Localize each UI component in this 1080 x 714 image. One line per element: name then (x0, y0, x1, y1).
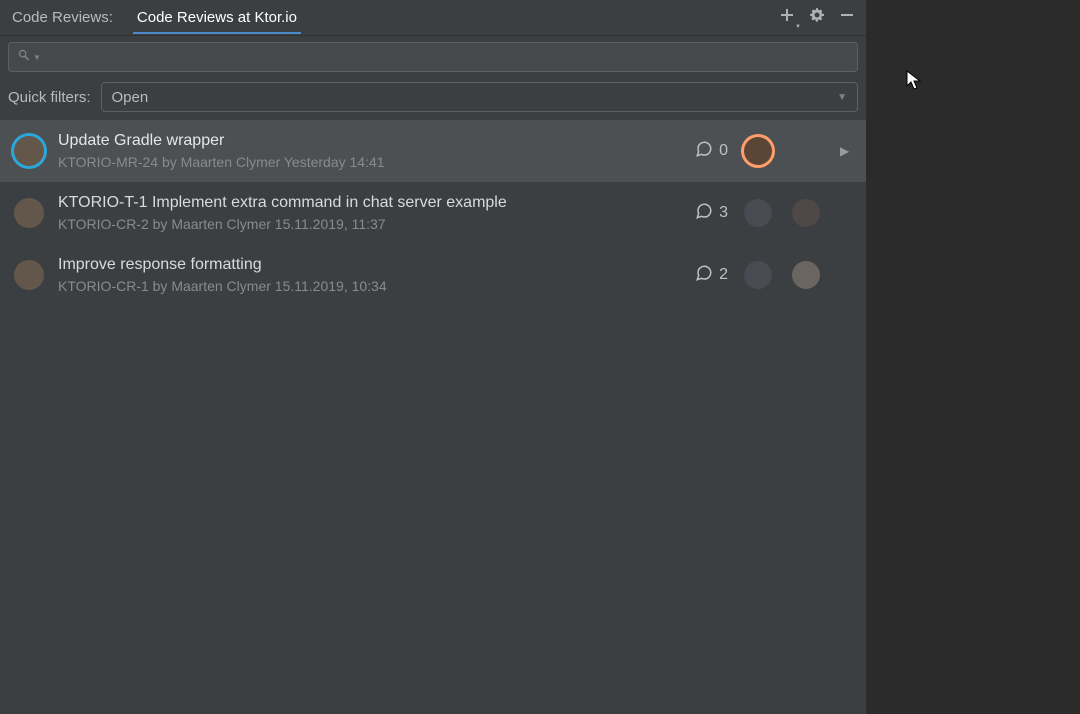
review-title: Improve response formatting (58, 256, 681, 274)
cursor-icon (906, 70, 924, 98)
side-panel (866, 0, 1080, 714)
filter-select[interactable]: Open ▼ (101, 82, 858, 112)
review-title: Update Gradle wrapper (58, 132, 681, 150)
comment-number: 0 (719, 142, 728, 160)
reviewer-avatar (744, 137, 772, 165)
panel-header: Code Reviews: Code Reviews at Ktor.io ▼ (0, 0, 866, 36)
minimize-button[interactable] (836, 7, 858, 29)
minimize-icon (839, 7, 855, 28)
filter-selected-value: Open (112, 89, 838, 106)
settings-button[interactable] (806, 7, 828, 29)
filter-row: Quick filters: Open ▼ (0, 78, 866, 120)
review-meta: KTORIO-CR-2 by Maarten Clymer 15.11.2019… (58, 216, 681, 232)
reviewers (744, 137, 824, 165)
review-content: Improve response formatting KTORIO-CR-1 … (58, 256, 681, 294)
review-item[interactable]: Improve response formatting KTORIO-CR-1 … (0, 244, 866, 306)
comment-icon (695, 140, 713, 163)
author-avatar (14, 198, 44, 228)
filter-label: Quick filters: (8, 89, 91, 106)
author-avatar (14, 136, 44, 166)
comment-number: 3 (719, 204, 728, 222)
gear-icon (809, 7, 825, 28)
reviewer-avatar (744, 199, 772, 227)
add-button[interactable]: ▼ (776, 7, 798, 29)
reviewers (744, 261, 824, 289)
search-bar[interactable]: ▼ (8, 42, 858, 72)
review-title: KTORIO-T-1 Implement extra command in ch… (58, 194, 681, 212)
comment-count: 3 (695, 202, 728, 225)
review-content: KTORIO-T-1 Implement extra command in ch… (58, 194, 681, 232)
search-dropdown-icon: ▼ (33, 53, 41, 62)
search-icon (17, 48, 31, 67)
reviewer-avatar (792, 199, 820, 227)
review-meta: KTORIO-MR-24 by Maarten Clymer Yesterday… (58, 154, 681, 170)
author-avatar (14, 260, 44, 290)
panel-title: Code Reviews: (8, 9, 117, 26)
active-tab[interactable]: Code Reviews at Ktor.io (133, 1, 301, 34)
comment-number: 2 (719, 266, 728, 284)
review-meta: KTORIO-CR-1 by Maarten Clymer 15.11.2019… (58, 278, 681, 294)
reviewer-avatar (792, 261, 820, 289)
review-right: 2 (695, 261, 852, 289)
review-item[interactable]: KTORIO-T-1 Implement extra command in ch… (0, 182, 866, 244)
reviewer-avatar (744, 261, 772, 289)
review-item[interactable]: Update Gradle wrapper KTORIO-MR-24 by Ma… (0, 120, 866, 182)
dropdown-caret-icon: ▼ (795, 24, 801, 30)
comment-count: 0 (695, 140, 728, 163)
review-right: 3 (695, 199, 852, 227)
search-input[interactable] (47, 49, 849, 65)
chevron-down-icon: ▼ (837, 92, 847, 103)
comment-count: 2 (695, 264, 728, 287)
review-list: Update Gradle wrapper KTORIO-MR-24 by Ma… (0, 120, 866, 714)
reviewers (744, 199, 824, 227)
chevron-right-icon: ▶ (840, 144, 852, 158)
review-right: 0 ▶ (695, 137, 852, 165)
review-content: Update Gradle wrapper KTORIO-MR-24 by Ma… (58, 132, 681, 170)
code-reviews-panel: Code Reviews: Code Reviews at Ktor.io ▼ … (0, 0, 866, 714)
comment-icon (695, 264, 713, 287)
plus-icon (779, 7, 795, 28)
comment-icon (695, 202, 713, 225)
